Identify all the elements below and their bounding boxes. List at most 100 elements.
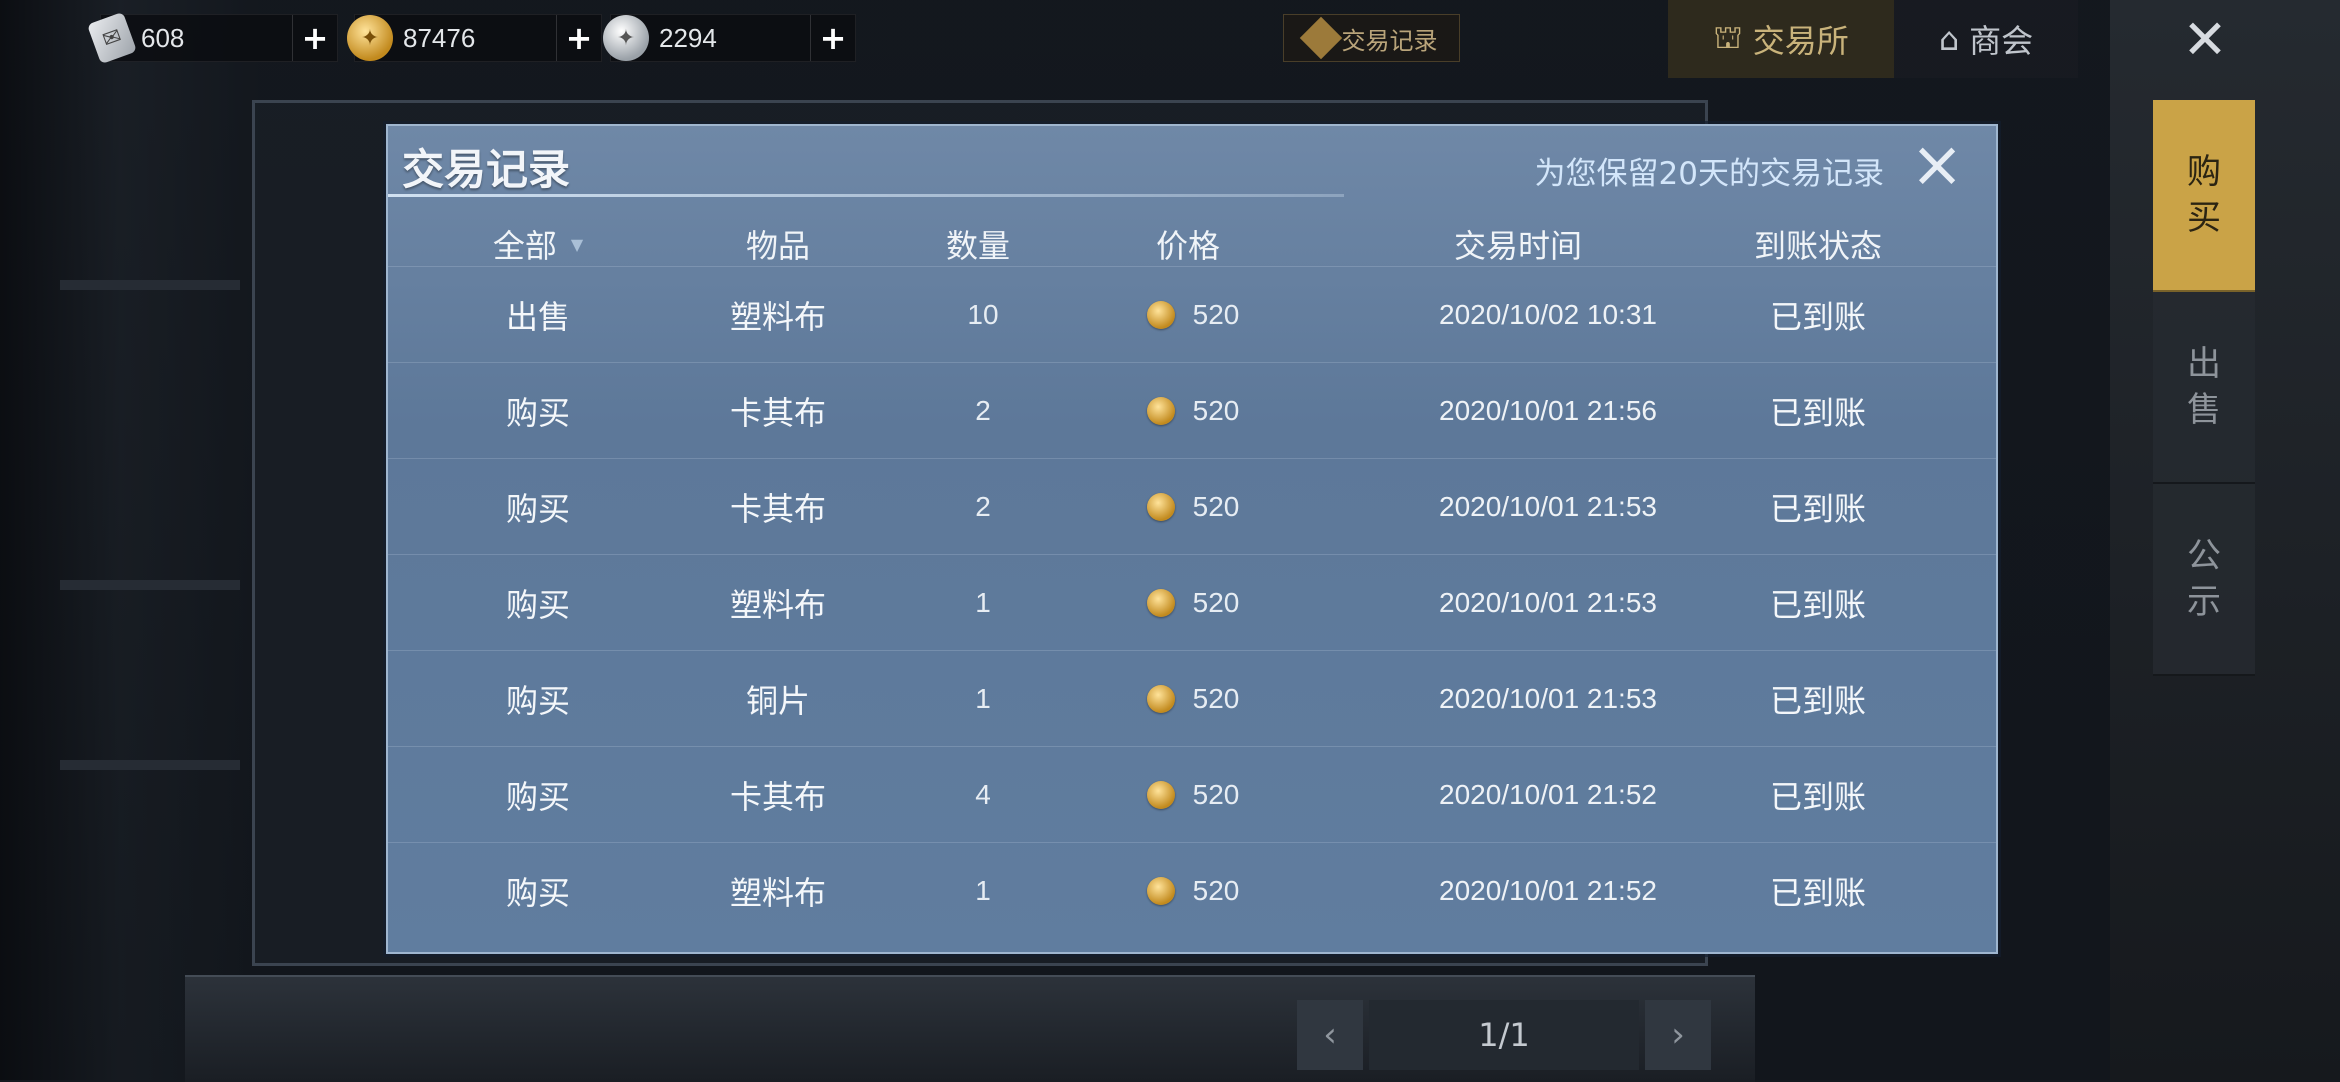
table-row: 购买 卡其布 2 520 2020/10/01 21:56 已到账 — [388, 362, 1996, 459]
row-time: 2020/10/02 10:31 — [1439, 299, 1657, 330]
row-time: 2020/10/01 21:52 — [1439, 875, 1657, 906]
row-time: 2020/10/01 21:56 — [1439, 395, 1657, 426]
row-status: 已到账 — [1769, 586, 1866, 624]
row-status: 已到账 — [1769, 490, 1866, 528]
add-gold-button[interactable]: + — [556, 15, 601, 61]
tab-guild[interactable]: ⌂ 商会 — [1894, 0, 2078, 78]
row-qty: 1 — [975, 875, 991, 906]
row-type: 购买 — [505, 874, 570, 912]
table-row: 购买 铜片 1 520 2020/10/01 21:53 已到账 — [388, 650, 1996, 747]
row-item: 卡其布 — [729, 394, 826, 432]
exchange-icon: ⛫ — [1713, 18, 1743, 56]
row-qty: 2 — [975, 491, 991, 522]
add-ticket-button[interactable]: + — [292, 15, 337, 61]
guild-icon: ⌂ — [1938, 20, 1960, 58]
table-row: 出售 塑料布 10 520 2020/10/02 10:31 已到账 — [388, 266, 1996, 363]
column-header-time: 交易时间 — [1453, 227, 1582, 265]
title-divider — [388, 194, 1344, 197]
row-status: 已到账 — [1769, 778, 1866, 816]
table-row: 购买 塑料布 1 520 2020/10/01 21:53 已到账 — [388, 554, 1996, 651]
row-qty: 1 — [975, 587, 991, 618]
close-icon[interactable]: ✕ — [2170, 0, 2240, 78]
row-qty: 10 — [967, 299, 999, 330]
dialog-close-icon[interactable]: × — [1906, 133, 1968, 197]
currency-gold: ✦ 87476 + — [347, 14, 602, 62]
gold-coin-icon — [1146, 685, 1175, 713]
side-tabs: 购 买 出 售 公 示 — [2153, 100, 2255, 676]
filter-dropdown[interactable]: 全部 ▼ — [408, 214, 668, 274]
tab-exchange-label: 交易所 — [1752, 22, 1849, 60]
column-header-price: 价格 — [1155, 227, 1220, 265]
row-item: 塑料布 — [729, 874, 826, 912]
row-type: 购买 — [505, 394, 570, 432]
row-price: 520 — [1108, 747, 1278, 843]
row-item: 塑料布 — [729, 586, 826, 624]
row-type: 购买 — [505, 586, 570, 624]
previous-page-button[interactable]: ‹ — [1297, 1000, 1363, 1070]
row-price: 520 — [1108, 363, 1278, 459]
row-type: 购买 — [505, 778, 570, 816]
currency-ticket: ✉ 608 + — [86, 11, 338, 65]
row-time: 2020/10/01 21:53 — [1439, 587, 1657, 618]
side-tab-sell[interactable]: 出 售 — [2153, 292, 2255, 484]
gold-coin-icon — [1146, 493, 1175, 521]
column-header-qty: 数量 — [945, 227, 1010, 265]
row-item: 卡其布 — [729, 778, 826, 816]
gold-amount: 87476 — [403, 22, 476, 53]
silver-coin-icon: ✦ — [603, 15, 649, 61]
row-price: 520 — [1108, 459, 1278, 555]
background-shelf — [60, 580, 240, 590]
trade-record-dialog: 交易记录 为您保留20天的交易记录 × 全部 ▼ 物品 数量 价格 交易时间 到… — [386, 124, 1998, 954]
tab-guild-label: 商会 — [1969, 22, 2034, 60]
table-row: 购买 卡其布 4 520 2020/10/01 21:52 已到账 — [388, 746, 1996, 843]
row-time: 2020/10/01 21:52 — [1439, 779, 1657, 810]
row-time: 2020/10/01 21:53 — [1439, 683, 1657, 714]
row-item: 卡其布 — [729, 490, 826, 528]
row-price: 520 — [1108, 555, 1278, 651]
row-price: 520 — [1108, 843, 1278, 939]
background-shelf — [60, 760, 240, 770]
row-status: 已到账 — [1769, 394, 1866, 432]
chevron-down-icon: ▼ — [570, 234, 584, 254]
row-status: 已到账 — [1769, 682, 1866, 720]
row-time: 2020/10/01 21:53 — [1439, 491, 1657, 522]
row-price: 520 — [1108, 651, 1278, 747]
side-tab-notice[interactable]: 公 示 — [2153, 484, 2255, 676]
gold-coin-icon: ✦ — [347, 15, 393, 61]
row-qty: 4 — [975, 779, 991, 810]
row-type: 出售 — [505, 298, 570, 336]
row-type: 购买 — [505, 490, 570, 528]
row-qty: 2 — [975, 395, 991, 426]
add-silver-button[interactable]: + — [810, 15, 855, 61]
row-price: 520 — [1108, 267, 1278, 363]
next-page-button[interactable]: › — [1645, 1000, 1711, 1070]
side-tab-buy[interactable]: 购 买 — [2153, 100, 2255, 292]
row-status: 已到账 — [1769, 874, 1866, 912]
row-item: 塑料布 — [729, 298, 826, 336]
page-indicator: 1/1 — [1369, 1000, 1639, 1070]
column-header-item: 物品 — [745, 227, 810, 265]
trade-record-icon — [1299, 16, 1342, 60]
gold-coin-icon — [1146, 301, 1175, 329]
gold-coin-icon — [1146, 781, 1175, 809]
row-type: 购买 — [505, 682, 570, 720]
row-status: 已到账 — [1769, 298, 1866, 336]
table-row: 购买 塑料布 1 520 2020/10/01 21:52 已到账 — [388, 842, 1996, 939]
gold-coin-icon — [1146, 877, 1175, 905]
gold-coin-icon — [1146, 589, 1175, 617]
tab-exchange[interactable]: ⛫ 交易所 — [1668, 0, 1894, 78]
gold-coin-icon — [1146, 397, 1175, 425]
currency-silver: ✦ 2294 + — [603, 14, 856, 62]
trade-record-button[interactable]: 交易记录 — [1283, 14, 1460, 62]
dialog-title: 交易记录 — [402, 145, 571, 194]
background-shelf — [60, 280, 240, 290]
row-qty: 1 — [975, 683, 991, 714]
trade-record-label: 交易记录 — [1341, 26, 1438, 55]
row-item: 铜片 — [745, 682, 810, 720]
ticket-amount: 608 — [141, 22, 185, 53]
retention-note: 为您保留20天的交易记录 — [1534, 156, 1884, 192]
table-row: 购买 卡其布 2 520 2020/10/01 21:53 已到账 — [388, 458, 1996, 555]
column-header-status: 到账状态 — [1753, 227, 1882, 265]
silver-amount: 2294 — [659, 22, 717, 53]
filter-label: 全部 — [492, 227, 557, 265]
